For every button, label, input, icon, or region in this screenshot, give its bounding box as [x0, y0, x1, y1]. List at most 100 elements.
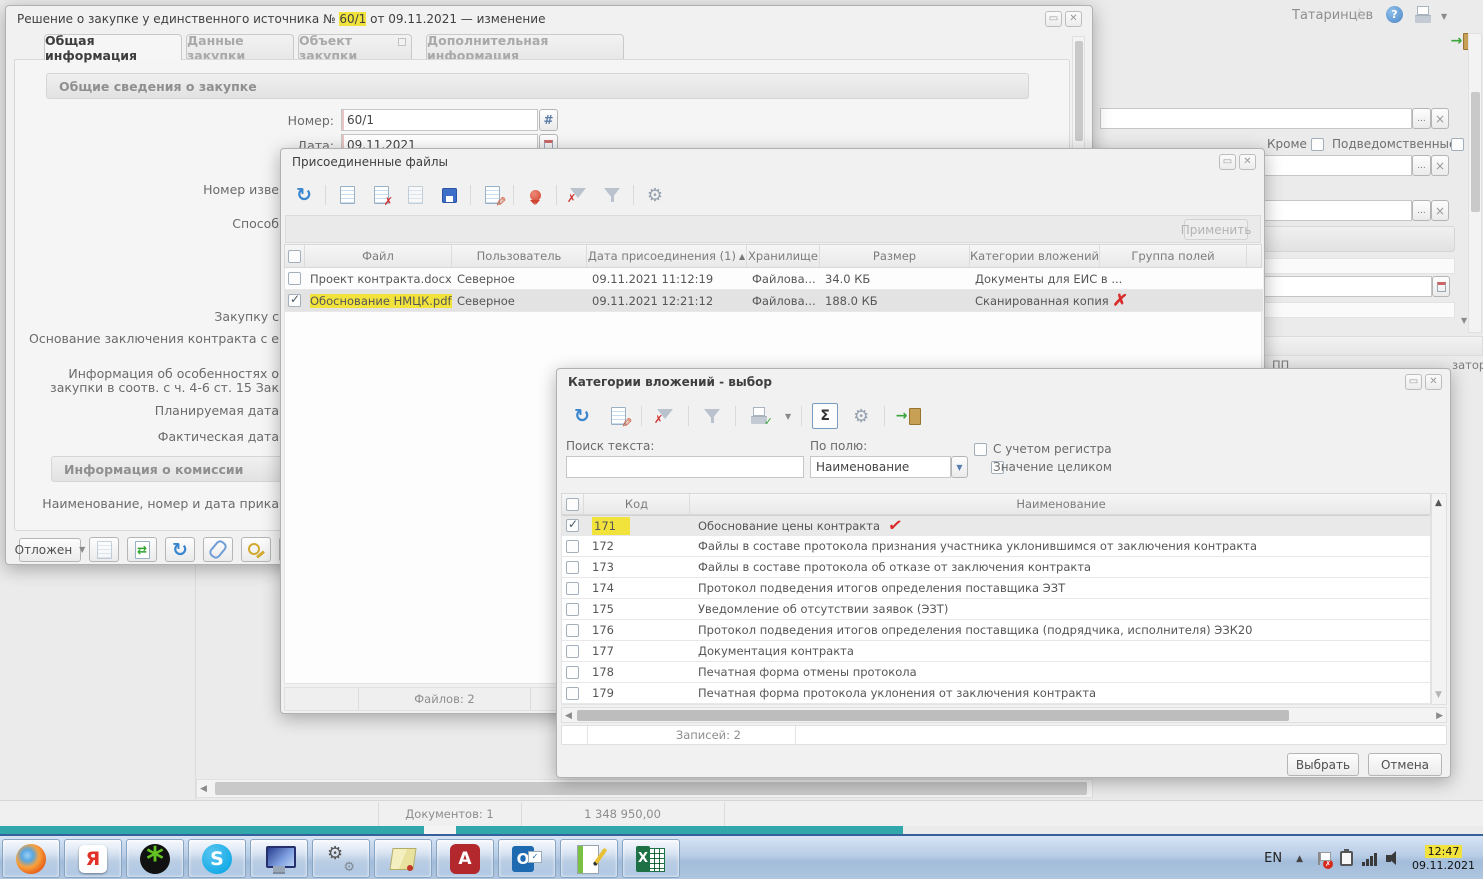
refresh-icon[interactable] [569, 403, 595, 429]
row-checkbox[interactable] [566, 540, 579, 553]
row-checkbox[interactable] [566, 582, 579, 595]
scroll-left-icon[interactable]: ◀ [565, 711, 572, 721]
select-dropdown-icon[interactable]: ▼ [951, 456, 968, 478]
settings-icon[interactable] [848, 403, 874, 429]
lookup-dots-button[interactable]: ... [1412, 200, 1431, 221]
col-fieldgroup[interactable]: Группа полей [1100, 245, 1247, 267]
volume-icon[interactable] [1386, 851, 1402, 866]
taskbar-app-firefox[interactable] [2, 839, 60, 878]
taskbar-app-wizard[interactable] [374, 839, 432, 878]
categories-table-row[interactable]: 175Уведомление об отсутствии заявок (ЭЗТ… [562, 599, 1430, 620]
clear-field-button[interactable]: × [1431, 155, 1449, 176]
scroll-up-icon[interactable]: ▲ [1435, 498, 1442, 508]
taskbar-app-notes[interactable] [560, 839, 618, 878]
background-hscrollbar[interactable]: ◀ [196, 779, 1093, 798]
tray-expand-icon[interactable]: ▲ [1296, 854, 1303, 864]
categories-vscrollbar[interactable]: ▲ ▼ [1431, 493, 1447, 705]
row-checkbox[interactable] [288, 272, 301, 285]
taskbar-app-workflow[interactable] [312, 839, 370, 878]
close-icon[interactable]: ✕ [1065, 11, 1082, 27]
col-code[interactable]: Код [584, 494, 690, 514]
tab-additional-info[interactable]: Дополнительная информация [426, 34, 624, 60]
language-indicator[interactable]: EN [1264, 851, 1282, 866]
clear-field-button[interactable]: × [1431, 108, 1449, 129]
categories-table-row[interactable]: 179Печатная форма протокола уклонения от… [562, 683, 1430, 704]
col-date[interactable]: Дата присоединения (1)▲ [587, 245, 747, 267]
categories-table-row[interactable]: 174Протокол подведения итогов определени… [562, 578, 1430, 599]
number-input[interactable]: 60/1 [341, 109, 538, 131]
tray-clock[interactable]: 12:47 09.11.2021 [1412, 845, 1475, 873]
attach-button[interactable] [203, 537, 233, 562]
categories-hscrollbar[interactable]: ◀ ▶ [561, 707, 1447, 723]
chevron-down-icon[interactable]: ▼ [1461, 316, 1467, 325]
row-checkbox[interactable] [566, 561, 579, 574]
categories-table-row[interactable]: 172Файлы в составе протокола признания у… [562, 536, 1430, 557]
col-file[interactable]: Файл [305, 245, 452, 267]
refresh-button[interactable] [165, 537, 195, 562]
clipboard-icon[interactable] [1340, 851, 1353, 866]
taskbar-app-acrobat[interactable] [436, 839, 494, 878]
krome-checkbox[interactable] [1311, 138, 1324, 151]
settings-icon[interactable] [642, 182, 668, 208]
document-button[interactable] [89, 537, 119, 562]
number-generator-icon[interactable]: # [539, 109, 558, 131]
taskbar-app-yandex[interactable] [64, 839, 122, 878]
filter-clear-icon[interactable] [565, 182, 591, 208]
filter-icon[interactable] [699, 403, 725, 429]
close-icon[interactable]: ✕ [1425, 374, 1442, 390]
col-category[interactable]: Категории вложений [970, 245, 1100, 267]
signature-icon[interactable] [522, 182, 548, 208]
apply-filter-button[interactable]: Применить [1184, 219, 1248, 240]
save-icon[interactable] [436, 182, 462, 208]
row-checkbox[interactable] [566, 687, 579, 700]
tab-purchase-object[interactable]: Объект закупки [298, 34, 412, 60]
lookup-dots-button[interactable]: ... [1412, 108, 1431, 129]
scroll-left-icon[interactable]: ◀ [200, 784, 207, 794]
select-button[interactable]: Выбрать [1287, 753, 1359, 776]
taskbar-app-excel[interactable] [622, 839, 680, 878]
export-button[interactable] [127, 537, 157, 562]
col-user[interactable]: Пользователь [452, 245, 587, 267]
help-icon[interactable]: ? [1386, 6, 1403, 23]
taskbar-app-rdp[interactable] [250, 839, 308, 878]
categories-table-row[interactable]: 176Протокол подведения итогов определени… [562, 620, 1430, 641]
taskbar-app-skype[interactable] [188, 839, 246, 878]
categories-table-row[interactable]: 173Файлы в составе протокола об отказе о… [562, 557, 1430, 578]
by-field-select[interactable]: Наименование [810, 456, 951, 478]
calendar-icon[interactable] [1432, 276, 1450, 297]
refresh-icon[interactable] [291, 182, 317, 208]
keys-button[interactable] [241, 537, 271, 562]
search-input[interactable] [566, 456, 804, 478]
scroll-right-icon[interactable]: ▶ [1436, 711, 1443, 721]
case-sensitive-checkbox[interactable] [974, 443, 987, 456]
tab-general[interactable]: Общая информация [44, 34, 182, 60]
col-name[interactable]: Наименование [690, 494, 1432, 514]
files-table-row[interactable]: Проект контракта.docxСеверное09.11.2021 … [285, 268, 1263, 290]
podved-checkbox[interactable] [1451, 138, 1464, 151]
chevron-down-icon[interactable]: ▼ [785, 412, 791, 421]
filter-icon[interactable] [599, 182, 625, 208]
col-size[interactable]: Размер [820, 245, 970, 267]
col-storage[interactable]: Хранилище [747, 245, 820, 267]
filter-clear-icon[interactable] [652, 403, 678, 429]
new-document-icon[interactable] [334, 182, 360, 208]
row-checkbox[interactable] [566, 519, 579, 532]
print-icon[interactable]: ✓ [746, 403, 772, 429]
categories-table-row[interactable]: 178Печатная форма отмены протокола [562, 662, 1430, 683]
row-checkbox[interactable] [566, 666, 579, 679]
row-checkbox[interactable] [566, 603, 579, 616]
maximize-icon[interactable]: ▭ [1219, 154, 1236, 170]
taskbar-app-icq[interactable] [126, 839, 184, 878]
select-all-checkbox[interactable] [288, 250, 301, 263]
select-all-checkbox[interactable] [566, 498, 579, 511]
files-table-row[interactable]: Обоснование НМЦК.pdfСеверное09.11.2021 1… [285, 290, 1263, 312]
sum-icon[interactable] [812, 403, 838, 429]
network-signal-icon[interactable] [1362, 852, 1377, 866]
row-checkbox[interactable] [566, 645, 579, 658]
copy-document-icon[interactable] [402, 182, 428, 208]
edit-icon[interactable] [605, 403, 631, 429]
edit-icon[interactable] [479, 182, 505, 208]
right-panel-scrollbar[interactable] [1468, 33, 1482, 333]
categories-table-row[interactable]: 171Обоснование цены контракта✓ [562, 515, 1430, 536]
delete-document-icon[interactable] [368, 182, 394, 208]
